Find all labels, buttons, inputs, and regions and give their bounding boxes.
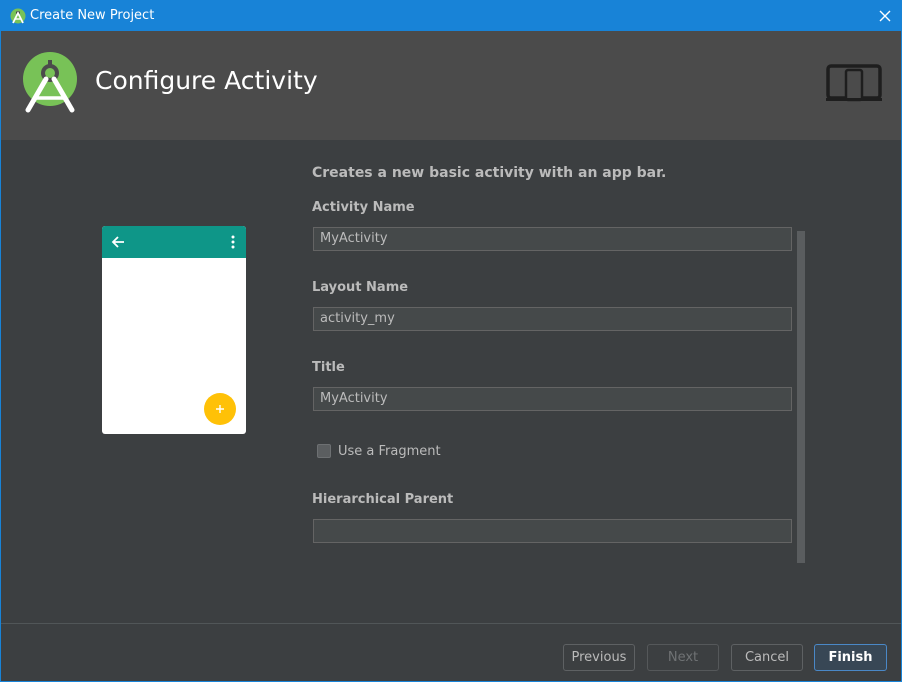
hierarchical-parent-field[interactable]	[313, 519, 792, 543]
activity-preview	[102, 226, 246, 434]
more-vert-icon	[231, 235, 235, 249]
activity-name-label: Activity Name	[312, 200, 415, 215]
next-button[interactable]: Next	[647, 644, 719, 671]
layout-name-label: Layout Name	[312, 280, 409, 295]
preview-fab	[204, 393, 236, 425]
cancel-button[interactable]: Cancel	[731, 644, 803, 671]
create-project-window: Create New Project Configure Activity Cr…	[0, 0, 902, 682]
plus-icon	[216, 405, 224, 413]
android-studio-logo	[23, 52, 77, 113]
use-fragment-checkbox[interactable]	[317, 444, 331, 458]
title-bar: Create New Project	[1, 1, 901, 31]
title-field[interactable]: MyActivity	[313, 387, 792, 411]
preview-app-bar	[102, 226, 246, 258]
title-label: Title	[312, 360, 345, 375]
window-title: Create New Project	[30, 8, 155, 23]
activity-description: Creates a new basic activity with an app…	[312, 165, 667, 181]
wizard-header: Configure Activity	[1, 31, 901, 140]
form-scrollbar[interactable]	[797, 231, 805, 563]
previous-button[interactable]: Previous	[563, 644, 635, 671]
page-title: Configure Activity	[95, 66, 318, 95]
scrollbar-thumb[interactable]	[797, 231, 805, 563]
close-icon[interactable]	[875, 6, 895, 26]
hierarchical-parent-label: Hierarchical Parent	[312, 492, 454, 507]
activity-name-field[interactable]: MyActivity	[313, 227, 792, 251]
use-fragment-label: Use a Fragment	[338, 444, 441, 459]
phone-tablet-icon	[826, 64, 882, 102]
arrow-back-icon	[111, 236, 124, 248]
finish-button[interactable]: Finish	[814, 644, 887, 671]
android-studio-icon	[10, 8, 26, 24]
layout-name-field[interactable]: activity_my	[313, 307, 792, 331]
footer-divider	[1, 623, 901, 624]
